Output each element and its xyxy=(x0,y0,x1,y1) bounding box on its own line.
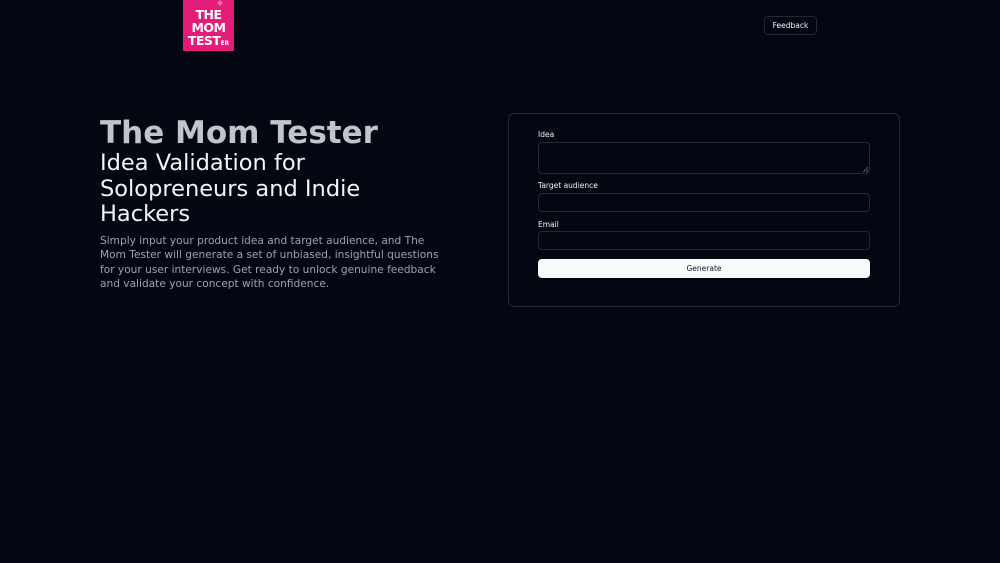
logo-line-3-main: TEST xyxy=(187,33,221,48)
page: THE MOM TESTER Feedback The Mom Tester I… xyxy=(0,0,1000,563)
logo-mark-icon xyxy=(217,0,223,6)
idea-textarea[interactable] xyxy=(538,142,870,174)
idea-label: Idea xyxy=(538,130,555,139)
target-audience-label: Target audience xyxy=(538,181,598,190)
page-description: Simply input your product idea and targe… xyxy=(100,234,439,291)
email-label: Email xyxy=(538,220,559,229)
generate-button[interactable]: Generate xyxy=(538,259,870,278)
logo[interactable]: THE MOM TESTER xyxy=(183,0,234,51)
logo-line-3: TESTER xyxy=(183,34,234,50)
idea-field-wrapper xyxy=(538,142,870,174)
page-title: The Mom Tester xyxy=(100,115,378,151)
feedback-button[interactable]: Feedback xyxy=(764,16,817,35)
hero-section: The Mom Tester Idea Validation for Solop… xyxy=(100,115,450,292)
resize-grip-icon[interactable] xyxy=(863,167,868,172)
logo-line-3-suffix: ER xyxy=(220,40,230,47)
email-input[interactable] xyxy=(538,231,870,250)
idea-form: Idea Target audience Email Generate xyxy=(508,113,900,307)
page-subtitle: Idea Validation for Solopreneurs and Ind… xyxy=(100,150,361,227)
target-audience-input[interactable] xyxy=(538,193,870,212)
